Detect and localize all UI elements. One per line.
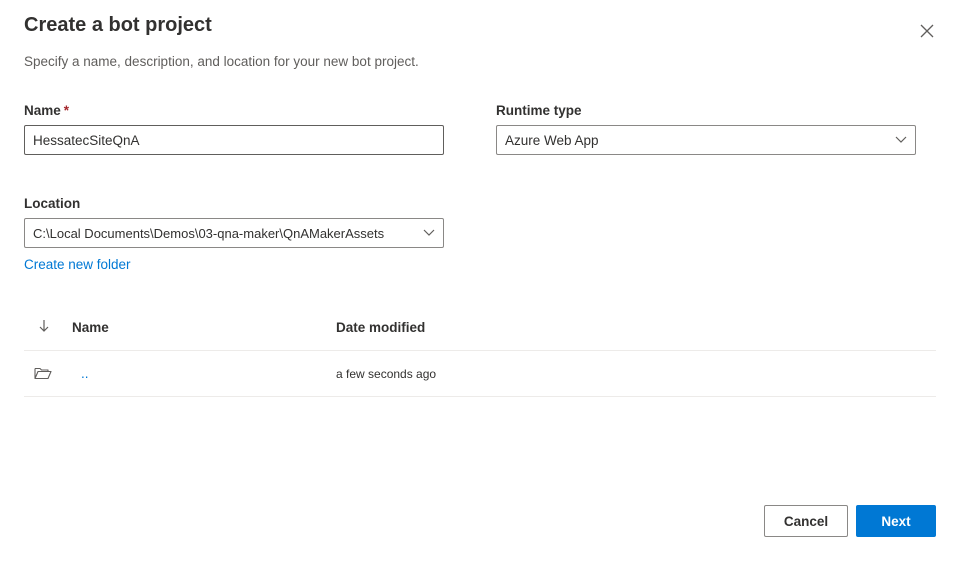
create-new-folder-link[interactable]: Create new folder bbox=[24, 257, 131, 272]
row-date-modified: a few seconds ago bbox=[336, 367, 437, 381]
location-dropdown[interactable]: C:\Local Documents\Demos\03-qna-maker\Qn… bbox=[24, 218, 444, 248]
name-field-container bbox=[24, 125, 444, 155]
table-row[interactable]: .. a few seconds ago bbox=[24, 351, 936, 397]
close-icon bbox=[920, 24, 934, 38]
next-button[interactable]: Next bbox=[856, 505, 936, 537]
cancel-button[interactable]: Cancel bbox=[764, 505, 848, 537]
runtime-type-dropdown[interactable]: Azure Web App bbox=[496, 125, 916, 155]
location-label: Location bbox=[24, 196, 81, 211]
name-input[interactable] bbox=[25, 126, 443, 154]
row-name-link[interactable]: .. bbox=[81, 366, 89, 381]
file-table: Name Date modified .. a few seconds ago bbox=[24, 306, 936, 397]
runtime-type-label: Runtime type bbox=[496, 103, 582, 118]
dialog-title: Create a bot project bbox=[24, 14, 212, 36]
name-label-text: Name bbox=[24, 103, 61, 118]
table-header: Name Date modified bbox=[24, 306, 936, 351]
folder-open-icon bbox=[34, 366, 52, 383]
runtime-type-value: Azure Web App bbox=[505, 132, 599, 148]
close-button[interactable] bbox=[916, 20, 938, 42]
chevron-down-icon bbox=[887, 136, 915, 144]
location-value: C:\Local Documents\Demos\03-qna-maker\Qn… bbox=[33, 225, 385, 241]
sort-arrow-down-icon[interactable] bbox=[39, 319, 49, 336]
chevron-down-icon bbox=[415, 229, 443, 237]
column-header-name[interactable]: Name bbox=[72, 320, 109, 335]
dialog-subtitle: Specify a name, description, and locatio… bbox=[24, 54, 419, 69]
required-mark: * bbox=[63, 103, 70, 118]
column-header-date-modified[interactable]: Date modified bbox=[336, 320, 425, 335]
name-label: Name * bbox=[24, 103, 69, 118]
